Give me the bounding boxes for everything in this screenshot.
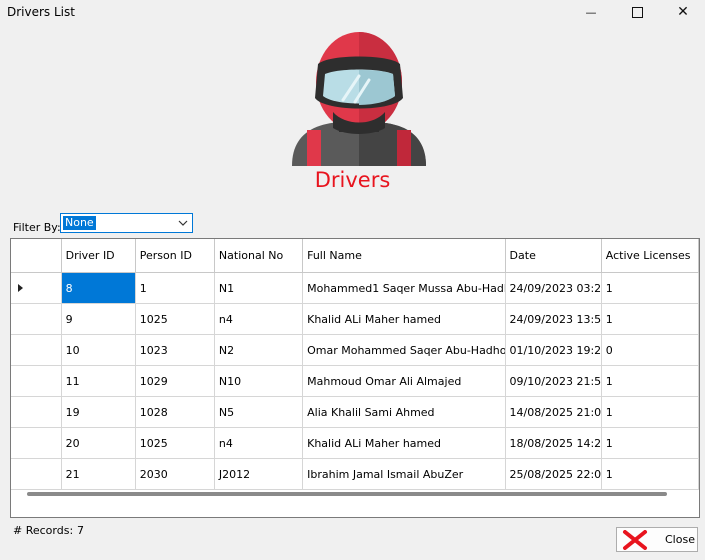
cell-full-name[interactable]: Mahmoud Omar Ali Almajed: [302, 365, 506, 397]
filter-dropdown[interactable]: None: [60, 213, 193, 233]
cell-person-id[interactable]: 1029: [135, 365, 215, 397]
cell-active-licenses[interactable]: 1: [601, 365, 699, 397]
cell-active-licenses[interactable]: 1: [601, 303, 699, 335]
driver-helmet-icon: [292, 32, 426, 166]
cell-date[interactable]: 24/09/2023 13:53: [505, 303, 602, 335]
table-row[interactable]: 11 1029 N10 Mahmoud Omar Ali Almajed 09/…: [11, 365, 699, 397]
row-header[interactable]: [11, 396, 62, 428]
minimize-button[interactable]: —: [568, 0, 614, 24]
cell-full-name[interactable]: Omar Mohammed Saqer Abu-Hadhoud: [302, 334, 506, 366]
cell-full-name[interactable]: Mohammed1 Saqer Mussa Abu-Hadhoud: [302, 272, 506, 304]
column-header-date[interactable]: Date: [505, 239, 602, 273]
cell-person-id[interactable]: 1025: [135, 427, 215, 459]
cell-active-licenses[interactable]: 1: [601, 458, 699, 490]
row-header[interactable]: [11, 334, 62, 366]
cell-driver-id[interactable]: 11: [61, 365, 136, 397]
column-header-driver-id[interactable]: Driver ID: [61, 239, 136, 273]
cell-date[interactable]: 09/10/2023 21:54: [505, 365, 602, 397]
records-count: 7: [77, 524, 84, 537]
row-header[interactable]: [11, 365, 62, 397]
close-window-button[interactable]: ✕: [660, 0, 705, 24]
table-row[interactable]: 19 1028 N5 Alia Khalil Sami Ahmed 14/08/…: [11, 396, 699, 428]
grid-header-row: Driver ID Person ID National No Full Nam…: [11, 239, 699, 273]
maximize-button[interactable]: [614, 0, 660, 24]
current-row-arrow-icon: [18, 283, 23, 292]
minimize-icon: —: [585, 5, 597, 19]
cell-date[interactable]: 24/09/2023 03:26: [505, 272, 602, 304]
cell-date[interactable]: 01/10/2023 19:27: [505, 334, 602, 366]
column-header-active-licenses[interactable]: Active Licenses: [601, 239, 699, 273]
close-button-label: Close: [665, 533, 695, 546]
maximize-icon: [631, 6, 643, 18]
chevron-down-icon: [178, 220, 188, 226]
cell-full-name[interactable]: Khalid ALi Maher hamed: [302, 303, 506, 335]
records-label: # Records:: [13, 524, 74, 537]
cell-active-licenses[interactable]: 1: [601, 396, 699, 428]
table-row[interactable]: 21 2030 J2012 Ibrahim Jamal Ismail AbuZe…: [11, 458, 699, 490]
cell-date[interactable]: 25/08/2025 22:00: [505, 458, 602, 490]
red-x-icon: [623, 530, 647, 550]
cell-active-licenses[interactable]: 1: [601, 272, 699, 304]
row-header[interactable]: [11, 303, 62, 335]
close-button[interactable]: Close: [616, 527, 698, 552]
filter-label: Filter By:: [13, 221, 61, 234]
cell-person-id[interactable]: 1: [135, 272, 215, 304]
column-header-full-name[interactable]: Full Name: [302, 239, 506, 273]
cell-full-name[interactable]: Khalid ALi Maher hamed: [302, 427, 506, 459]
cell-person-id[interactable]: 2030: [135, 458, 215, 490]
title-bar: Drivers List — ✕: [0, 0, 705, 24]
cell-person-id[interactable]: 1025: [135, 303, 215, 335]
filter-selected-value: None: [63, 216, 96, 230]
cell-person-id[interactable]: 1023: [135, 334, 215, 366]
cell-national-no[interactable]: N5: [214, 396, 304, 428]
cell-person-id[interactable]: 1028: [135, 396, 215, 428]
cell-date[interactable]: 18/08/2025 14:25: [505, 427, 602, 459]
cell-driver-id[interactable]: 9: [61, 303, 136, 335]
cell-national-no[interactable]: N1: [214, 272, 304, 304]
table-row[interactable]: 20 1025 n4 Khalid ALi Maher hamed 18/08/…: [11, 427, 699, 459]
drivers-grid[interactable]: Driver ID Person ID National No Full Nam…: [10, 238, 700, 518]
cell-active-licenses[interactable]: 0: [601, 334, 699, 366]
cell-full-name[interactable]: Alia Khalil Sami Ahmed: [302, 396, 506, 428]
cell-driver-id[interactable]: 10: [61, 334, 136, 366]
cell-national-no[interactable]: n4: [214, 303, 304, 335]
cell-national-no[interactable]: N2: [214, 334, 304, 366]
cell-driver-id[interactable]: 21: [61, 458, 136, 490]
cell-full-name[interactable]: Ibrahim Jamal Ismail AbuZer: [302, 458, 506, 490]
close-icon: ✕: [677, 4, 689, 20]
cell-national-no[interactable]: N10: [214, 365, 304, 397]
table-row[interactable]: 8 1 N1 Mohammed1 Saqer Mussa Abu-Hadhoud…: [11, 272, 699, 304]
cell-active-licenses[interactable]: 1: [601, 427, 699, 459]
row-header-corner: [11, 239, 62, 273]
row-header[interactable]: [11, 427, 62, 459]
table-row[interactable]: 10 1023 N2 Omar Mohammed Saqer Abu-Hadho…: [11, 334, 699, 366]
column-header-national-no[interactable]: National No: [214, 239, 304, 273]
horizontal-scrollbar[interactable]: [27, 492, 667, 496]
column-header-person-id[interactable]: Person ID: [135, 239, 215, 273]
cell-national-no[interactable]: n4: [214, 427, 304, 459]
cell-date[interactable]: 14/08/2025 21:02: [505, 396, 602, 428]
cell-driver-id[interactable]: 19: [61, 396, 136, 428]
row-header[interactable]: [11, 458, 62, 490]
window-title: Drivers List: [7, 5, 75, 19]
row-header[interactable]: [11, 272, 62, 304]
page-title: Drivers: [314, 168, 391, 192]
cell-driver-id[interactable]: 8: [61, 272, 136, 304]
table-row[interactable]: 9 1025 n4 Khalid ALi Maher hamed 24/09/2…: [11, 303, 699, 335]
cell-driver-id[interactable]: 20: [61, 427, 136, 459]
cell-national-no[interactable]: J2012: [214, 458, 304, 490]
